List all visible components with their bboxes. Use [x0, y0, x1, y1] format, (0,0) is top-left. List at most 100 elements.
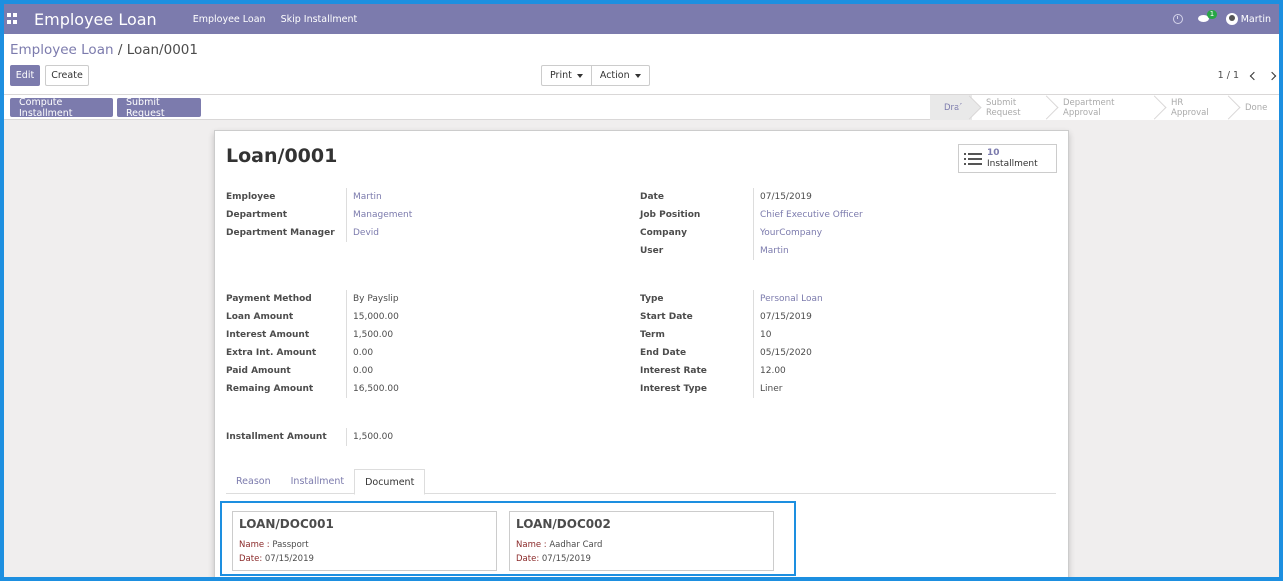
start-date-field: 07/15/2019 [753, 308, 812, 326]
field-row: Start Date 07/15/2019 [640, 308, 1000, 326]
date-field: 07/15/2019 [753, 188, 812, 206]
field-row: Type Personal Loan [640, 290, 1000, 308]
field-label: Date [640, 192, 664, 202]
payment-method-field: By Payslip [346, 290, 399, 308]
interest-rate-field: 12.00 [753, 362, 786, 380]
company-group: Date 07/15/2019 Job Position Chief Executi… [640, 188, 1000, 260]
document-card[interactable]: LOAN/DOC001 Name : Passport Date: 07/15/… [232, 511, 497, 571]
interest-type-field: Liner [753, 380, 782, 398]
menu-skip-installment[interactable]: Skip Installment [281, 14, 358, 25]
document-name-line: Name : Passport [239, 538, 490, 552]
document-date: 07/15/2019 [541, 554, 591, 564]
print-dropdown[interactable]: Print [541, 65, 592, 86]
app-frame: Employee Loan Employee Loan Skip Install… [4, 4, 1279, 577]
employee-field[interactable]: Martin [346, 188, 382, 206]
field-row: Term 10 [640, 326, 1000, 344]
field-label: Employee [226, 192, 276, 202]
notebook-tabs: Reason Installment Document [226, 469, 1056, 495]
field-row: Installment Amount 1,500.00 [226, 428, 586, 446]
field-row: User Martin [640, 242, 1000, 260]
create-button[interactable]: Create [45, 65, 89, 86]
activity-clock-icon[interactable] [1172, 14, 1183, 24]
user-name: Martin [1240, 13, 1271, 25]
tab-reason[interactable]: Reason [226, 469, 281, 494]
date-key: Date: [516, 554, 540, 564]
field-row: Interest Amount 1,500.00 [226, 326, 586, 344]
nav-menu: Employee Loan Skip Installment [193, 14, 358, 25]
top-navbar: Employee Loan Employee Loan Skip Install… [4, 4, 1279, 34]
document-name: Passport [272, 540, 309, 550]
field-label: Paid Amount [226, 366, 291, 376]
status-stages: Draft Submit Request Department Approval… [930, 95, 1279, 120]
job-position-field[interactable]: Chief Executive Officer [753, 206, 863, 224]
messaging-icon[interactable]: 1 [1197, 10, 1218, 24]
loan-type-field[interactable]: Personal Loan [753, 290, 823, 308]
field-label: Interest Rate [640, 366, 707, 376]
previous-record-icon[interactable] [1249, 71, 1259, 80]
tab-document[interactable]: Document [354, 469, 426, 495]
field-row: Job Position Chief Executive Officer [640, 206, 1000, 224]
employee-group: Employee Martin Department Management Depa… [226, 188, 586, 242]
breadcrumb-parent-link[interactable]: Employee Loan [10, 42, 114, 58]
amount-group: Payment Method By Payslip Loan Amount 15,0… [226, 290, 586, 398]
remaining-amount-field: 16,500.00 [346, 380, 399, 398]
installment-amount-field: 1,500.00 [346, 428, 393, 446]
record-title: Loan/0001 [226, 145, 338, 167]
field-label: Interest Amount [226, 330, 310, 340]
field-row: Employee Martin [226, 188, 586, 206]
submit-request-button[interactable]: Submit Request [117, 97, 201, 119]
field-row: Payment Method By Payslip [226, 290, 586, 308]
edit-button[interactable]: Edit [10, 65, 40, 86]
breadcrumb: Employee Loan / Loan/0001 [10, 42, 198, 58]
user-field[interactable]: Martin [753, 242, 789, 260]
field-label: Type [640, 294, 664, 304]
installment-label: Installment [987, 158, 1038, 169]
field-label: Installment Amount [226, 432, 327, 442]
caret-down-icon [634, 73, 641, 78]
installment-smart-button[interactable]: 10 Installment [958, 144, 1057, 173]
pager-value[interactable]: 1 / 1 [1218, 70, 1239, 81]
stage-hr-approval[interactable]: HR Approval [1157, 95, 1231, 120]
field-row: End Date 05/15/2020 [640, 344, 1000, 362]
form-statusbar: Compute Installment Submit Request Draft… [4, 95, 1279, 120]
document-date-line: Date: 07/15/2019 [239, 552, 490, 566]
field-label: Payment Method [226, 294, 312, 304]
stage-submit-request[interactable]: Submit Request [972, 95, 1049, 120]
navbar-systray: 1 Martin [1172, 4, 1271, 34]
company-field[interactable]: YourCompany [753, 224, 822, 242]
next-record-icon[interactable] [1267, 71, 1277, 80]
field-label: Extra Int. Amount [226, 348, 317, 358]
department-manager-field[interactable]: Devid [346, 224, 379, 242]
field-row: Department Manager Devid [226, 224, 586, 242]
stage-draft[interactable]: Draft [930, 95, 972, 120]
installment-count: 10 [987, 147, 1000, 158]
extra-interest-field: 0.00 [346, 344, 373, 362]
tab-installment[interactable]: Installment [281, 469, 354, 494]
name-key: Name : [516, 540, 547, 550]
breadcrumb-separator: / [117, 42, 123, 58]
stage-department-approval[interactable]: Department Approval [1049, 95, 1157, 120]
user-menu[interactable]: Martin [1225, 13, 1271, 25]
field-row: Paid Amount 0.00 [226, 362, 586, 380]
field-label: Department Manager [226, 228, 335, 238]
document-card[interactable]: LOAN/DOC002 Name : Aadhar Card Date: 07/… [509, 511, 774, 571]
document-name: Aadhar Card [549, 540, 603, 550]
document-kanban-panel: LOAN/DOC001 Name : Passport Date: 07/15/… [220, 501, 796, 576]
field-row: Interest Rate 12.00 [640, 362, 1000, 380]
list-icon [964, 152, 982, 165]
interest-amount-field: 1,500.00 [346, 326, 393, 344]
field-row: Company YourCompany [640, 224, 1000, 242]
paid-amount-field: 0.00 [346, 362, 373, 380]
action-dropdown[interactable]: Action [591, 65, 650, 86]
field-label: Term [640, 330, 665, 340]
department-field[interactable]: Management [346, 206, 412, 224]
terms-group: Type Personal Loan Start Date 07/15/2019 T… [640, 290, 1000, 398]
app-title: Employee Loan [34, 9, 157, 29]
loan-amount-field: 15,000.00 [346, 308, 399, 326]
menu-employee-loan[interactable]: Employee Loan [193, 14, 266, 25]
action-label: Action [599, 70, 630, 81]
caret-down-icon [576, 73, 583, 78]
compute-installment-button[interactable]: Compute Installment [10, 97, 113, 119]
apps-menu-icon[interactable] [7, 13, 19, 25]
print-label: Print [550, 70, 572, 81]
